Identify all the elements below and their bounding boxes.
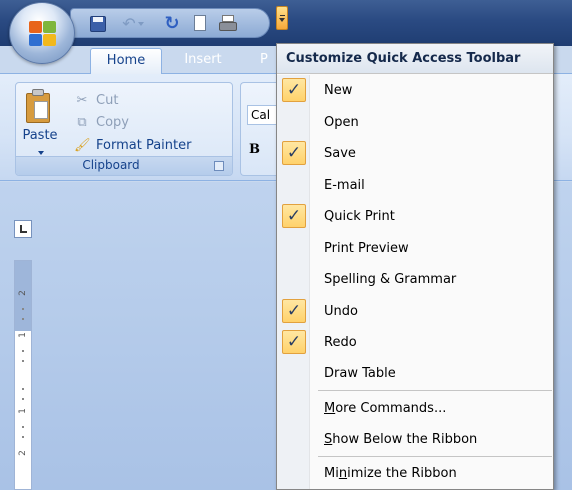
font-group: Cal B <box>240 82 281 176</box>
tab-selector-button[interactable] <box>14 220 32 238</box>
ruler-number: 1 <box>18 332 28 338</box>
scissors-icon: ✂ <box>76 93 88 108</box>
menu-item-draw-table[interactable]: ✓ Draw Table <box>277 358 553 389</box>
menu-item-label: E-mail <box>324 178 365 193</box>
menu-item-undo[interactable]: ✓ Undo <box>277 296 553 327</box>
menu-item-spelling-grammar[interactable]: ✓ Spelling & Grammar <box>277 264 553 295</box>
menu-item-save[interactable]: ✓ Save <box>277 138 553 169</box>
menu-item-more-commands[interactable]: More Commands... <box>277 393 553 424</box>
menu-item-label: Save <box>324 146 356 161</box>
tab-home[interactable]: Home <box>90 48 162 74</box>
checkmark-icon: ✓ <box>282 330 306 354</box>
paste-dropdown-icon[interactable] <box>38 151 44 155</box>
menu-item-label: Quick Print <box>324 209 395 224</box>
tab-insert[interactable]: Insert <box>168 48 238 74</box>
menu-item-print-preview[interactable]: ✓ Print Preview <box>277 233 553 264</box>
menu-item-label: Minimize the Ribbon <box>324 466 457 481</box>
menu-item-label: Draw Table <box>324 366 396 381</box>
cut-label: Cut <box>96 93 119 108</box>
new-document-icon[interactable] <box>189 14 211 34</box>
format-painter-label: Format Painter <box>96 138 192 153</box>
tab-page-layout[interactable]: P <box>260 48 274 74</box>
customize-qat-menu: Customize Quick Access Toolbar ✓ New ✓ O… <box>276 43 554 490</box>
menu-item-label: Undo <box>324 304 358 319</box>
quick-print-icon[interactable] <box>217 14 239 34</box>
checkmark-icon: ✓ <box>282 204 306 228</box>
redo-icon[interactable]: ↻ <box>161 14 183 34</box>
clipboard-group-label: Clipboard <box>82 158 140 172</box>
menu-item-open[interactable]: ✓ Open <box>277 107 553 138</box>
menu-separator <box>318 390 552 391</box>
save-icon[interactable] <box>87 14 109 34</box>
office-logo-icon <box>29 21 57 47</box>
undo-dropdown-icon[interactable] <box>138 22 144 26</box>
paste-button[interactable]: Paste <box>20 128 60 143</box>
bold-button[interactable]: B <box>249 141 265 159</box>
dialog-launcher-icon[interactable] <box>214 161 224 171</box>
menu-item-show-below-ribbon[interactable]: Show Below the Ribbon <box>277 424 553 455</box>
chevron-down-icon <box>279 18 285 22</box>
dropdown-line-icon <box>280 15 285 16</box>
menu-title: Customize Quick Access Toolbar <box>277 44 553 74</box>
copy-icon: ⧉ <box>77 115 87 130</box>
menu-item-label: Redo <box>324 335 357 350</box>
menu-item-email[interactable]: ✓ E-mail <box>277 170 553 201</box>
clipboard-group-footer: Clipboard <box>16 156 232 175</box>
menu-item-label: Print Preview <box>324 241 409 256</box>
quick-access-toolbar: ↶ ↻ <box>70 8 270 38</box>
menu-item-label: New <box>324 83 353 98</box>
menu-item-minimize-ribbon[interactable]: Minimize the Ribbon <box>277 458 553 489</box>
left-tab-icon <box>20 225 27 233</box>
ruler-number: 1 <box>18 408 28 414</box>
office-button[interactable] <box>9 2 75 64</box>
copy-label: Copy <box>96 115 129 130</box>
menu-item-label: Open <box>324 115 359 130</box>
ruler-number: 2 <box>18 450 28 456</box>
menu-item-label: Spelling & Grammar <box>324 272 457 287</box>
customize-qat-dropdown-button[interactable] <box>276 6 288 30</box>
paste-icon[interactable] <box>24 89 54 125</box>
clipboard-group: Paste ✂ Cut ⧉ Copy 🖌 Format Painter Clip… <box>15 82 233 176</box>
paintbrush-icon: 🖌 <box>74 138 91 153</box>
menu-item-quick-print[interactable]: ✓ Quick Print <box>277 201 553 232</box>
checkmark-icon: ✓ <box>282 78 306 102</box>
vertical-ruler-ticks: 2 1 1 2 <box>16 276 30 486</box>
checkmark-icon: ✓ <box>282 299 306 323</box>
menu-item-new[interactable]: ✓ New <box>277 75 553 106</box>
menu-item-label: Show Below the Ribbon <box>324 432 478 447</box>
ruler-number: 2 <box>18 290 28 296</box>
checkmark-icon: ✓ <box>282 141 306 165</box>
menu-separator <box>318 456 552 457</box>
undo-icon[interactable]: ↶ <box>118 14 140 34</box>
menu-item-label: More Commands... <box>324 401 447 416</box>
menu-item-redo[interactable]: ✓ Redo <box>277 327 553 358</box>
